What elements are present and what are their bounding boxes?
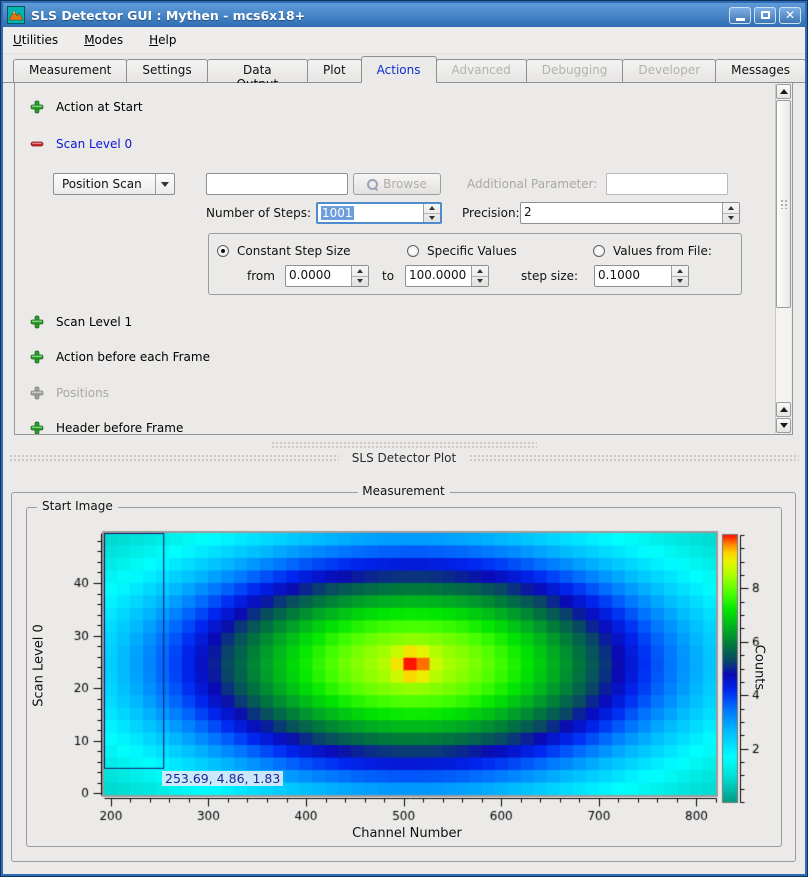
menubar: Utilities Modes Help [3,27,805,54]
to-spinbox[interactable]: 100.0000 [405,265,489,287]
grip-dots-icon [780,199,787,209]
tab-plot[interactable]: Plot [307,59,362,82]
window-title: SLS Detector GUI : Mythen - mcs6x18+ [31,8,726,23]
plus-icon [30,350,44,364]
positions-label: Positions [56,386,109,400]
tabbar: Measurement Settings Data Output Plot Ac… [3,54,805,83]
arrow-up-icon [780,89,788,94]
titlebar[interactable]: SLS Detector GUI : Mythen - mcs6x18+ ✕ [3,3,805,27]
plus-icon [30,386,44,400]
browse-icon [367,179,378,190]
from-label: from [247,265,275,287]
action-before-each-frame-row[interactable]: Action before each Frame [30,349,210,365]
chevron-down-icon [155,174,174,194]
scan-script-input[interactable] [206,173,348,195]
tab-developer: Developer [622,59,716,82]
cursor-readout: 253.69, 4.86, 1.83 [162,771,283,786]
tab-actions[interactable]: Actions [361,56,437,83]
spin-arrows[interactable] [351,266,368,286]
colorbar-title: Counts [752,638,767,698]
precision-label: Precision: [462,202,520,224]
scan-level-0-label: Scan Level 0 [56,137,132,151]
plus-icon [30,315,44,329]
maximize-button[interactable] [754,7,776,24]
scrollbar-up-button-2[interactable] [776,402,791,417]
arrow-up-icon [780,407,788,412]
step-mode-groupbox: Constant Step Size Specific Values Value… [208,233,742,295]
radio-specific-values[interactable]: Specific Values [407,244,517,258]
action-before-each-frame-label: Action before each Frame [56,350,210,364]
to-label: to [382,265,394,287]
x-axis-title: Channel Number [97,826,717,841]
plot-dock-title: SLS Detector Plot [3,451,805,465]
browse-button: Browse [353,173,441,195]
precision-spinbox[interactable]: 2 [520,202,740,224]
app-window: SLS Detector GUI : Mythen - mcs6x18+ ✕ U… [0,0,808,877]
scan-level-1-label: Scan Level 1 [56,315,132,329]
tab-data-output[interactable]: Data Output [207,59,308,82]
splitter-handle[interactable] [271,441,537,450]
actions-scroll-content: Action at Start Scan Level 0 Position Sc… [15,83,775,434]
from-spinbox[interactable]: 0.0000 [285,265,369,287]
minus-icon [30,137,44,151]
vertical-scrollbar[interactable] [775,84,791,433]
start-image-title: Start Image [37,499,118,513]
menu-help[interactable]: Help [149,33,176,47]
radio-icon [217,245,229,257]
positions-row: Positions [30,385,109,401]
number-of-steps-spinbox[interactable]: 1001 [316,202,442,224]
radio-constant-step-size[interactable]: Constant Step Size [217,244,351,258]
close-button[interactable]: ✕ [779,7,801,24]
number-of-steps-label: Number of Steps: [206,202,311,224]
tab-settings[interactable]: Settings [126,59,207,82]
close-icon: ✕ [785,9,795,21]
minimize-button[interactable] [729,7,751,24]
measurement-title: Measurement [357,484,449,498]
step-size-spinbox[interactable]: 0.1000 [594,265,689,287]
spin-arrows[interactable] [423,204,440,222]
scan-heatmap-canvas[interactable] [34,522,786,844]
scan-level-1-row[interactable]: Scan Level 1 [30,314,132,330]
arrow-down-icon [780,423,788,428]
maximize-icon [761,11,770,19]
minimize-icon [736,18,745,21]
start-image-groupbox: Start Image Channel Number Scan Level 0 … [26,507,782,847]
action-at-start-label: Action at Start [56,100,143,114]
step-size-label: step size: [521,265,578,287]
header-before-frame-row[interactable]: Header before Frame [30,420,183,434]
tab-debugging: Debugging [526,59,624,82]
spin-arrows[interactable] [722,203,739,223]
radio-icon [407,245,419,257]
menu-utilities[interactable]: Utilities [13,33,58,47]
header-before-frame-label: Header before Frame [56,421,183,434]
y-axis-title: Scan Level 0 [32,611,47,721]
scrollbar-down-button[interactable] [776,418,791,433]
spin-arrows[interactable] [671,266,688,286]
scan-level-0-row[interactable]: Scan Level 0 [30,136,132,152]
scan-mode-select[interactable]: Position Scan [53,173,175,195]
plus-icon [30,421,44,434]
additional-parameter-input[interactable] [606,173,728,195]
spin-arrows[interactable] [471,266,488,286]
tab-advanced: Advanced [436,59,527,82]
additional-parameter-label: Additional Parameter: [467,173,597,195]
measurement-groupbox: Measurement Start Image Channel Number S… [11,492,796,862]
action-at-start-row[interactable]: Action at Start [30,99,143,115]
scrollbar-thumb[interactable] [776,100,791,308]
tab-messages[interactable]: Messages [715,59,805,82]
radio-values-from-file[interactable]: Values from File: [593,244,712,258]
scrollbar-up-button[interactable] [776,84,791,99]
radio-icon [593,245,605,257]
app-icon [7,6,25,24]
menu-modes[interactable]: Modes [84,33,123,47]
plus-icon [30,100,44,114]
actions-panel: Action at Start Scan Level 0 Position Sc… [14,83,793,435]
dock-splitter[interactable]: SLS Detector Plot [3,435,805,482]
tab-measurement[interactable]: Measurement [13,59,127,82]
